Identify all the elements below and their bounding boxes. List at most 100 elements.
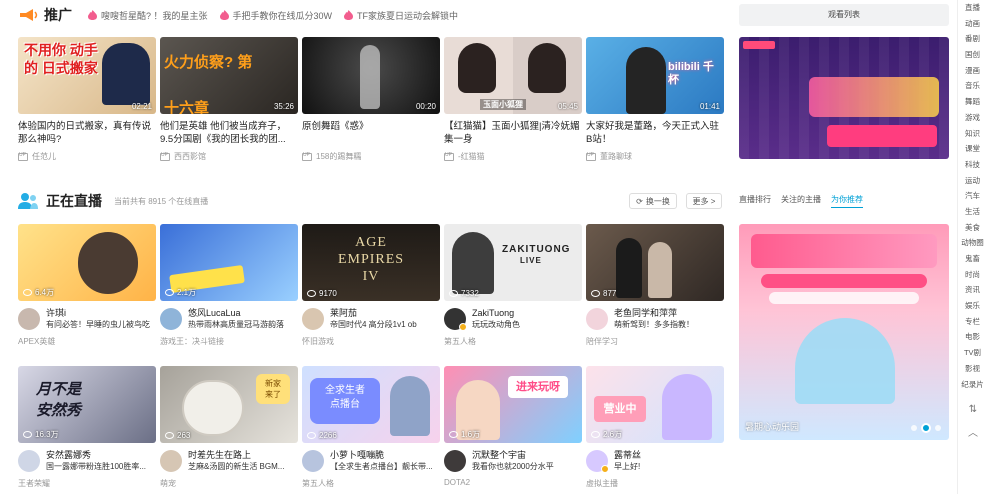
sidenav-item[interactable]: 科技 bbox=[958, 157, 987, 173]
video-card[interactable]: 玉面小狐狸 05:45 【红猫猫】玉面小狐狸|清冷妩媚集一身 -红猫猫 bbox=[444, 37, 582, 162]
live-area[interactable]: 虚拟主播 bbox=[586, 478, 724, 489]
live-thumbnail[interactable]: 进来玩呀 1.6万 bbox=[444, 366, 582, 443]
sidenav-item[interactable]: 舞蹈 bbox=[958, 94, 987, 110]
live-description[interactable]: 有问必答！早睡的虫儿被鸟吃 bbox=[46, 319, 151, 330]
video-card[interactable]: 火力侦察? 第十六章 35:26 他们是英雄 他们被当成弃子，9.5分国剧《我的… bbox=[160, 37, 298, 162]
video-title[interactable]: 【红猫猫】玉面小狐狸|清冷妩媚集一身 bbox=[444, 120, 582, 146]
back-to-top-icon[interactable]: ︿ bbox=[958, 424, 987, 439]
live-description[interactable]: 萌新驾到！多多指教！ bbox=[614, 319, 719, 330]
more-button[interactable]: 更多 > bbox=[686, 193, 722, 209]
live-area[interactable]: 游戏王：决斗链接 bbox=[160, 336, 298, 347]
ad-banner[interactable] bbox=[739, 37, 949, 159]
live-card[interactable]: 全求生者 点播台 2266 小萝卜嘎嘣脆 【全求生者点播台】靓长带... 第五人格 bbox=[302, 366, 440, 489]
video-card[interactable]: 不用你 动手的 日式搬家 02:21 体验国内的日式搬家，真有传说那么神吗? 任… bbox=[18, 37, 156, 162]
live-area[interactable]: APEX英雄 bbox=[18, 336, 156, 347]
live-thumbnail[interactable]: 营业中 2.6万 bbox=[586, 366, 724, 443]
live-card[interactable]: 2.1万 悠风LucaLua 热带雨林高质量冠马游韵落 游戏王：决斗链接 bbox=[160, 224, 298, 347]
live-thumbnail[interactable]: 6.4万 bbox=[18, 224, 156, 301]
video-thumbnail[interactable]: 不用你 动手的 日式搬家 02:21 bbox=[18, 37, 156, 114]
watch-list-button[interactable]: 观看列表 bbox=[739, 4, 949, 26]
avatar[interactable] bbox=[444, 308, 467, 331]
promo-tag-3[interactable]: TF家族夏日运动会解锁中 bbox=[344, 9, 458, 22]
live-thumbnail[interactable]: ZAKITUONG LIVE 7332 bbox=[444, 224, 582, 301]
avatar[interactable] bbox=[160, 450, 182, 472]
streamer-name[interactable]: 安然露娜秀 bbox=[46, 450, 151, 461]
sidenav-item[interactable]: 动画 bbox=[958, 16, 987, 32]
banner-dot[interactable] bbox=[911, 425, 917, 431]
sidenav-item[interactable]: 知识 bbox=[958, 126, 987, 142]
video-card[interactable]: 00:20 原创舞蹈《惑》 158的踢舞糯 bbox=[302, 37, 440, 162]
avatar[interactable] bbox=[302, 450, 324, 472]
live-description[interactable]: 【全求生者点播台】靓长带... bbox=[330, 461, 435, 472]
video-uploader[interactable]: 任范儿 bbox=[18, 151, 156, 162]
customize-icon[interactable]: ⇅ bbox=[958, 404, 987, 415]
live-area[interactable]: 第五人格 bbox=[444, 336, 582, 347]
banner-dot[interactable] bbox=[935, 425, 941, 431]
sidenav-item[interactable]: TV剧 bbox=[958, 345, 987, 361]
live-thumbnail[interactable]: 全求生者 点播台 2266 bbox=[302, 366, 440, 443]
live-area[interactable]: 萌宠 bbox=[160, 478, 298, 489]
live-description[interactable]: 热带雨林高质量冠马游韵落 bbox=[188, 319, 293, 330]
video-uploader[interactable]: 158的踢舞糯 bbox=[302, 151, 440, 162]
video-title[interactable]: 体验国内的日式搬家，真有传说那么神吗? bbox=[18, 120, 156, 146]
live-card[interactable]: ZAKITUONG LIVE 7332 ZakiTuong 玩玩改动角色 第五人格 bbox=[444, 224, 582, 347]
sidenav-item[interactable]: 鬼畜 bbox=[958, 251, 987, 267]
live-thumbnail[interactable]: 月不是 安然秀 16.3万 bbox=[18, 366, 156, 443]
live-event-banner[interactable]: 暑期心动乐园 bbox=[739, 224, 949, 440]
sidenav-item[interactable]: 纪录片 bbox=[958, 377, 987, 393]
video-card[interactable]: bilibili 千杯 01:41 大家好我是董路，今天正式入驻B站！ 董路聊球 bbox=[586, 37, 724, 162]
avatar[interactable] bbox=[18, 308, 40, 330]
streamer-name[interactable]: 悠风LucaLua bbox=[188, 308, 293, 319]
live-description[interactable]: 帝国时代4 高分段1v1 ob bbox=[330, 319, 435, 330]
video-uploader[interactable]: 董路聊球 bbox=[586, 151, 724, 162]
live-thumbnail[interactable]: 877 bbox=[586, 224, 724, 301]
video-title[interactable]: 他们是英雄 他们被当成弃子，9.5分国剧《我的团长我的团... bbox=[160, 120, 298, 146]
streamer-name[interactable]: ZakiTuong bbox=[472, 308, 577, 319]
live-thumbnail[interactable]: 新家 来了 263 bbox=[160, 366, 298, 443]
live-description[interactable]: 国一露娜带粉连胜100胜率... bbox=[46, 461, 151, 472]
sidenav-item[interactable]: 番剧 bbox=[958, 31, 987, 47]
avatar[interactable] bbox=[302, 308, 324, 330]
live-description[interactable]: 我看你也就2000分水平 bbox=[472, 461, 577, 472]
live-card[interactable]: 月不是 安然秀 16.3万 安然露娜秀 国一露娜带粉连胜100胜率... 王者荣耀 bbox=[18, 366, 156, 489]
live-description[interactable]: 早上好! bbox=[614, 461, 719, 472]
avatar[interactable] bbox=[586, 308, 608, 330]
tab-live-rank[interactable]: 直播排行 bbox=[739, 194, 771, 208]
live-area[interactable]: 陪伴学习 bbox=[586, 336, 724, 347]
live-thumbnail[interactable]: AGE EMPIRES IV 9170 bbox=[302, 224, 440, 301]
streamer-name[interactable]: 沉默整个宇宙 bbox=[472, 450, 577, 461]
live-area[interactable]: 王者荣耀 bbox=[18, 478, 156, 489]
avatar[interactable] bbox=[444, 450, 466, 472]
live-thumbnail[interactable]: 2.1万 bbox=[160, 224, 298, 301]
sidenav-item[interactable]: 运动 bbox=[958, 173, 987, 189]
banner-dot-active[interactable] bbox=[921, 423, 931, 433]
sidenav-item[interactable]: 课堂 bbox=[958, 141, 987, 157]
streamer-name[interactable]: 露蒂丝 bbox=[614, 450, 719, 461]
video-thumbnail[interactable]: bilibili 千杯 01:41 bbox=[586, 37, 724, 114]
live-card[interactable]: AGE EMPIRES IV 9170 莱阿茄 帝国时代4 高分段1v1 ob 怀旧… bbox=[302, 224, 440, 347]
sidenav-item[interactable]: 资讯 bbox=[958, 282, 987, 298]
streamer-name[interactable]: 老鱼同学和萍萍 bbox=[614, 308, 719, 319]
promo-tag-1[interactable]: 嗖嗖哲星酷? ！我的星主张 bbox=[88, 9, 208, 22]
video-uploader[interactable]: -红猫猫 bbox=[444, 151, 582, 162]
sidenav-item[interactable]: 音乐 bbox=[958, 78, 987, 94]
sidenav-item[interactable]: 美食 bbox=[958, 220, 987, 236]
tab-recommended[interactable]: 为你推荐 bbox=[831, 194, 863, 208]
avatar[interactable] bbox=[586, 450, 609, 473]
live-description[interactable]: 芝麻&汤圆的新生活 BGM... bbox=[188, 461, 293, 472]
avatar[interactable] bbox=[18, 450, 40, 472]
live-area[interactable]: 第五人格 bbox=[302, 478, 440, 489]
live-card[interactable]: 新家 来了 263 时差先生在路上 芝麻&汤圆的新生活 BGM... 萌宠 bbox=[160, 366, 298, 489]
streamer-name[interactable]: 时差先生在路上 bbox=[188, 450, 293, 461]
sidenav-item[interactable]: 游戏 bbox=[958, 110, 987, 126]
promo-tag-2[interactable]: 手把手教你在线瓜分30W bbox=[219, 9, 332, 22]
live-card[interactable]: 877 老鱼同学和萍萍 萌新驾到！多多指教！ 陪伴学习 bbox=[586, 224, 724, 347]
video-thumbnail[interactable]: 玉面小狐狸 05:45 bbox=[444, 37, 582, 114]
sidenav-item[interactable]: 汽车 bbox=[958, 188, 987, 204]
sidenav-item[interactable]: 国创 bbox=[958, 47, 987, 63]
live-area[interactable]: DOTA2 bbox=[444, 478, 582, 487]
sidenav-item[interactable]: 生活 bbox=[958, 204, 987, 220]
avatar[interactable] bbox=[160, 308, 182, 330]
video-title[interactable]: 大家好我是董路，今天正式入驻B站！ bbox=[586, 120, 724, 146]
sidenav-item[interactable]: 影视 bbox=[958, 361, 987, 377]
